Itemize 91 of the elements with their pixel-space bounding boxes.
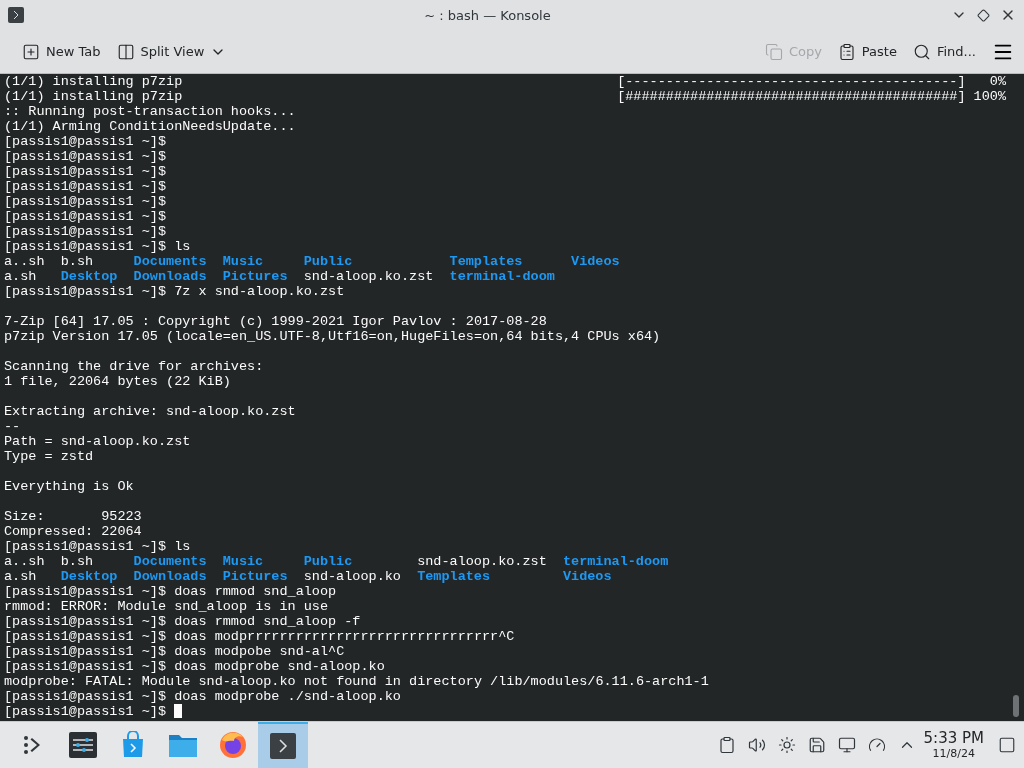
terminal-output: Compressed: 22064 xyxy=(4,524,142,539)
directory-name: terminal-doom xyxy=(449,269,555,284)
command-line: [passis1@passis1 ~]$ doas modprobe ./snd-aloop.ko xyxy=(4,689,401,704)
directory-name: Pictures xyxy=(222,269,288,284)
directory-name: Downloads xyxy=(133,269,207,284)
search-icon xyxy=(912,42,931,61)
terminal-output: 1 file, 22064 bytes (22 KiB) xyxy=(4,374,231,389)
directory-name: terminal-doom xyxy=(562,554,669,569)
clipboard-icon[interactable] xyxy=(717,736,736,754)
terminal-output: Size: 95223 xyxy=(4,509,142,524)
directory-name: Music xyxy=(222,554,264,569)
maximize-button[interactable] xyxy=(977,8,990,22)
clipboard-icon xyxy=(837,42,856,61)
terminal-output: Everything is Ok xyxy=(4,479,134,494)
terminal-output: Extracting archive: snd-aloop.ko.zst xyxy=(4,404,296,419)
directory-name: Desktop xyxy=(60,569,118,584)
directory-name: Public xyxy=(303,554,353,569)
command-line: [passis1@passis1 ~]$ xyxy=(4,164,167,179)
file-name: a..sh xyxy=(4,254,45,269)
directory-name: Public xyxy=(303,254,353,269)
file-name: snd-aloop.ko.zst xyxy=(303,269,434,284)
command-line: [passis1@passis1 ~]$ xyxy=(4,224,167,239)
directory-name: Templates xyxy=(417,569,491,584)
command-line: [passis1@passis1 ~]$ doas rmmod snd_aloop xyxy=(4,584,337,599)
directory-name: Videos xyxy=(562,569,612,584)
find-button[interactable]: Find... xyxy=(904,36,984,67)
directory-name: Templates xyxy=(449,254,523,269)
clock-time: 5:33 PM xyxy=(923,730,984,747)
folder-icon xyxy=(168,732,198,758)
file-name: snd-aloop.ko.zst xyxy=(417,554,547,569)
new-tab-button[interactable]: New Tab xyxy=(14,36,109,67)
terminal-icon xyxy=(269,732,297,760)
file-name: b.sh xyxy=(60,254,94,269)
volume-icon[interactable] xyxy=(747,736,766,754)
file-name: b.sh xyxy=(60,554,94,569)
command-line: [passis1@passis1 ~]$ xyxy=(4,179,167,194)
clock-date: 11/8/24 xyxy=(932,747,975,760)
terminal-output: Path = snd-aloop.ko.zst xyxy=(4,434,191,449)
terminal-output: modprobe: FATAL: Module snd-aloop.ko not found in directory /lib/modules/6.11.6-arch1-1 xyxy=(4,674,709,689)
command-line: [passis1@passis1 ~]$ xyxy=(4,149,167,164)
paste-button[interactable]: Paste xyxy=(829,36,905,67)
progress-percent: 0% xyxy=(988,74,1006,89)
browser-icon xyxy=(218,730,248,760)
command-line: [passis1@passis1 ~]$ ls xyxy=(4,539,191,554)
settings-icon xyxy=(68,731,98,759)
command-line: [passis1@passis1 ~]$ doas modprrrrrrrrrrrrrrrrrrrrrrrrrrrrrrr^C xyxy=(4,629,515,644)
network-icon[interactable] xyxy=(837,736,856,754)
directory-name: Documents xyxy=(133,554,207,569)
directory-name: Downloads xyxy=(133,569,207,584)
gauge-icon[interactable] xyxy=(867,736,886,754)
directory-name: Music xyxy=(222,254,264,269)
terminal-output: 7-Zip [64] 17.05 : Copyright (c) 1999-2021 Igor Pavlov : 2017-08-28 xyxy=(4,314,547,329)
window-title: ~ : bash — Konsole xyxy=(423,7,552,23)
directory-name: Documents xyxy=(133,254,207,269)
file-name: snd-aloop.ko xyxy=(303,569,401,584)
terminal-output: (1/1) Arming ConditionNeedsUpdate... xyxy=(4,119,296,134)
command-line: [passis1@passis1 ~]$ xyxy=(4,194,167,209)
file-name: a.sh xyxy=(4,269,37,284)
command-line: [passis1@passis1 ~]$ doas modpobe snd-al^C xyxy=(4,644,345,659)
konsole-app-icon xyxy=(8,7,24,23)
progress-bar-text: [-----------------------------------------] xyxy=(617,74,966,89)
directory-name: Pictures xyxy=(222,569,288,584)
brightness-icon[interactable] xyxy=(777,736,796,754)
file-name: a.sh xyxy=(4,569,37,584)
command-line: [passis1@passis1 ~]$ xyxy=(4,134,167,149)
terminal-output: -- xyxy=(4,419,21,434)
command-line: [passis1@passis1 ~]$ xyxy=(4,209,167,224)
terminal-output: (1/1) installing p7zip xyxy=(4,74,183,89)
taskbar-app-button[interactable] xyxy=(258,722,308,768)
progress-percent: 100% xyxy=(973,89,1006,104)
directory-name: Videos xyxy=(571,254,620,269)
command-line: [passis1@passis1 ~]$ 7z x snd-aloop.ko.zst xyxy=(4,284,345,299)
copy-icon xyxy=(764,42,783,61)
command-line: [passis1@passis1 ~]$ xyxy=(4,704,167,719)
new-tab-icon xyxy=(22,42,40,61)
split-view-button[interactable]: Split View xyxy=(108,36,235,67)
terminal-output: (1/1) installing p7zip xyxy=(4,89,183,104)
progress-bar-text: [#########################################] xyxy=(617,89,966,104)
terminal-output: :: Running post-transaction hooks... xyxy=(4,104,296,119)
split-view-icon xyxy=(116,42,135,61)
command-line: [passis1@passis1 ~]$ doas rmmod snd_aloop -f xyxy=(4,614,361,629)
directory-name: Desktop xyxy=(60,269,118,284)
terminal-output: rmmod: ERROR: Module snd_aloop is in use xyxy=(4,599,329,614)
show-desktop-button[interactable] xyxy=(998,736,1016,754)
command-line: [passis1@passis1 ~]$ doas modprobe snd-aloop.ko xyxy=(4,659,385,674)
terminal-output: p7zip Version 17.05 (locale=en_US.UTF-8,Utf16=on,HugeFiles=on,64 bits,4 CPUs x64) xyxy=(4,329,661,344)
terminal-output: Type = zstd xyxy=(4,449,94,464)
file-name: a..sh xyxy=(4,554,45,569)
terminal-output: Scanning the drive for archives: xyxy=(4,359,264,374)
scrollbar-handle[interactable] xyxy=(1013,695,1019,717)
command-line: [passis1@passis1 ~]$ ls xyxy=(4,239,191,254)
